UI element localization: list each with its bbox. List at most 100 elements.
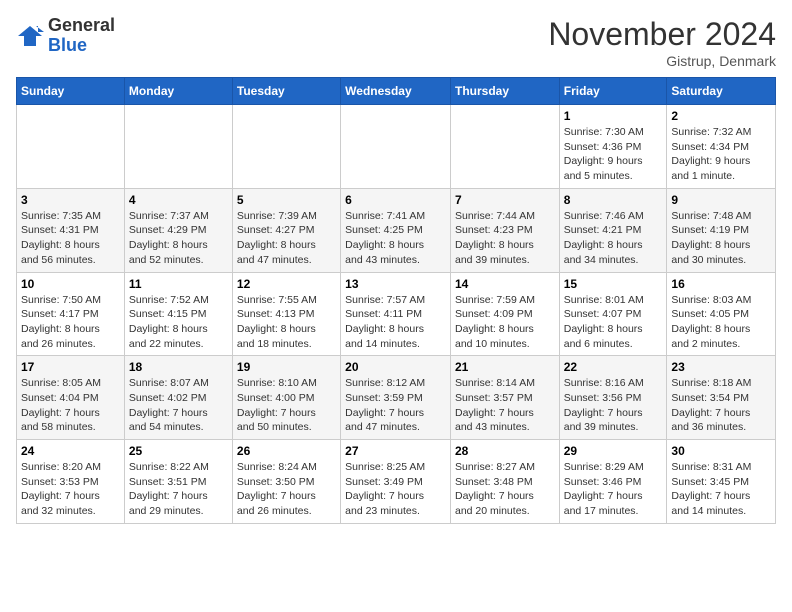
day-number: 28	[455, 444, 555, 458]
day-number: 18	[129, 360, 228, 374]
calendar-cell: 27 Sunrise: 8:25 AM Sunset: 3:49 PM Dayli…	[341, 440, 451, 524]
logo-general-text: General	[48, 15, 115, 35]
day-info: Sunrise: 7:55 AM Sunset: 4:13 PM Dayligh…	[237, 293, 336, 352]
calendar-cell: 16Sunrise: 8:03 AM Sunset: 4:05 PM Dayli…	[667, 272, 776, 356]
weekday-header-wednesday: Wednesday	[341, 78, 451, 105]
day-info: Sunrise: 7:35 AM Sunset: 4:31 PM Dayligh…	[21, 209, 120, 268]
logo-blue-text: Blue	[48, 35, 87, 55]
calendar-cell: 25 Sunrise: 8:22 AM Sunset: 3:51 PM Dayli…	[124, 440, 232, 524]
calendar-cell: 24 Sunrise: 8:20 AM Sunset: 3:53 PM Dayli…	[17, 440, 125, 524]
calendar-cell: 6 Sunrise: 7:41 AM Sunset: 4:25 PM Daylig…	[341, 188, 451, 272]
logo: General Blue	[16, 16, 115, 56]
day-info: Sunrise: 8:18 AM Sunset: 3:54 PM Dayligh…	[671, 376, 771, 435]
day-info: Sunrise: 8:05 AM Sunset: 4:04 PM Dayligh…	[21, 376, 120, 435]
calendar-body: 1 Sunrise: 7:30 AM Sunset: 4:36 PM Daylig…	[17, 105, 776, 524]
calendar-cell: 22 Sunrise: 8:16 AM Sunset: 3:56 PM Dayli…	[559, 356, 667, 440]
day-info: Sunrise: 8:25 AM Sunset: 3:49 PM Dayligh…	[345, 460, 446, 519]
day-number: 9	[671, 193, 771, 207]
day-number: 5	[237, 193, 336, 207]
logo-icon	[16, 22, 44, 50]
title-area: November 2024 Gistrup, Denmark	[548, 16, 776, 69]
day-number: 6	[345, 193, 446, 207]
day-number: 27	[345, 444, 446, 458]
day-info: Sunrise: 8:31 AM Sunset: 3:45 PM Dayligh…	[671, 460, 771, 519]
calendar-cell: 28 Sunrise: 8:27 AM Sunset: 3:48 PM Dayli…	[450, 440, 559, 524]
location: Gistrup, Denmark	[548, 53, 776, 69]
day-number: 7	[455, 193, 555, 207]
calendar-week-2: 3Sunrise: 7:35 AM Sunset: 4:31 PM Daylig…	[17, 188, 776, 272]
day-number: 26	[237, 444, 336, 458]
calendar-week-1: 1 Sunrise: 7:30 AM Sunset: 4:36 PM Daylig…	[17, 105, 776, 189]
calendar-cell: 2 Sunrise: 7:32 AM Sunset: 4:34 PM Daylig…	[667, 105, 776, 189]
day-info: Sunrise: 8:14 AM Sunset: 3:57 PM Dayligh…	[455, 376, 555, 435]
day-number: 1	[564, 109, 663, 123]
calendar-table: SundayMondayTuesdayWednesdayThursdayFrid…	[16, 77, 776, 524]
calendar-cell: 5 Sunrise: 7:39 AM Sunset: 4:27 PM Daylig…	[232, 188, 340, 272]
month-title: November 2024	[548, 16, 776, 53]
day-info: Sunrise: 8:22 AM Sunset: 3:51 PM Dayligh…	[129, 460, 228, 519]
day-number: 22	[564, 360, 663, 374]
day-info: Sunrise: 8:20 AM Sunset: 3:53 PM Dayligh…	[21, 460, 120, 519]
day-number: 25	[129, 444, 228, 458]
calendar-cell: 23 Sunrise: 8:18 AM Sunset: 3:54 PM Dayli…	[667, 356, 776, 440]
day-number: 4	[129, 193, 228, 207]
day-info: Sunrise: 8:12 AM Sunset: 3:59 PM Dayligh…	[345, 376, 446, 435]
weekday-header-thursday: Thursday	[450, 78, 559, 105]
calendar-cell: 18 Sunrise: 8:07 AM Sunset: 4:02 PM Dayli…	[124, 356, 232, 440]
weekday-header-monday: Monday	[124, 78, 232, 105]
day-info: Sunrise: 8:07 AM Sunset: 4:02 PM Dayligh…	[129, 376, 228, 435]
calendar-cell: 30 Sunrise: 8:31 AM Sunset: 3:45 PM Dayli…	[667, 440, 776, 524]
day-info: Sunrise: 7:32 AM Sunset: 4:34 PM Dayligh…	[671, 125, 771, 184]
calendar-cell: 19 Sunrise: 8:10 AM Sunset: 4:00 PM Dayli…	[232, 356, 340, 440]
calendar-cell: 1 Sunrise: 7:30 AM Sunset: 4:36 PM Daylig…	[559, 105, 667, 189]
day-number: 14	[455, 277, 555, 291]
calendar-cell	[450, 105, 559, 189]
day-info: Sunrise: 7:37 AM Sunset: 4:29 PM Dayligh…	[129, 209, 228, 268]
calendar-cell	[17, 105, 125, 189]
day-number: 13	[345, 277, 446, 291]
day-info: Sunrise: 7:39 AM Sunset: 4:27 PM Dayligh…	[237, 209, 336, 268]
day-number: 2	[671, 109, 771, 123]
day-number: 19	[237, 360, 336, 374]
day-info: Sunrise: 7:30 AM Sunset: 4:36 PM Dayligh…	[564, 125, 663, 184]
calendar-week-4: 17 Sunrise: 8:05 AM Sunset: 4:04 PM Dayli…	[17, 356, 776, 440]
day-number: 30	[671, 444, 771, 458]
calendar-cell: 13Sunrise: 7:57 AM Sunset: 4:11 PM Dayli…	[341, 272, 451, 356]
day-info: Sunrise: 7:41 AM Sunset: 4:25 PM Dayligh…	[345, 209, 446, 268]
weekday-header-sunday: Sunday	[17, 78, 125, 105]
day-info: Sunrise: 7:50 AM Sunset: 4:17 PM Dayligh…	[21, 293, 120, 352]
calendar-cell: 14 Sunrise: 7:59 AM Sunset: 4:09 PM Dayli…	[450, 272, 559, 356]
calendar-cell	[124, 105, 232, 189]
day-number: 23	[671, 360, 771, 374]
day-info: Sunrise: 8:16 AM Sunset: 3:56 PM Dayligh…	[564, 376, 663, 435]
weekday-header-row: SundayMondayTuesdayWednesdayThursdayFrid…	[17, 78, 776, 105]
calendar-cell: 12 Sunrise: 7:55 AM Sunset: 4:13 PM Dayli…	[232, 272, 340, 356]
day-info: Sunrise: 8:27 AM Sunset: 3:48 PM Dayligh…	[455, 460, 555, 519]
calendar-cell	[232, 105, 340, 189]
day-number: 10	[21, 277, 120, 291]
day-number: 24	[21, 444, 120, 458]
day-number: 20	[345, 360, 446, 374]
calendar-cell: 8Sunrise: 7:46 AM Sunset: 4:21 PM Daylig…	[559, 188, 667, 272]
day-info: Sunrise: 8:01 AM Sunset: 4:07 PM Dayligh…	[564, 293, 663, 352]
day-number: 17	[21, 360, 120, 374]
weekday-header-friday: Friday	[559, 78, 667, 105]
day-number: 12	[237, 277, 336, 291]
calendar-cell: 29 Sunrise: 8:29 AM Sunset: 3:46 PM Dayli…	[559, 440, 667, 524]
calendar-cell: 9 Sunrise: 7:48 AM Sunset: 4:19 PM Daylig…	[667, 188, 776, 272]
day-number: 11	[129, 277, 228, 291]
day-info: Sunrise: 8:29 AM Sunset: 3:46 PM Dayligh…	[564, 460, 663, 519]
day-info: Sunrise: 7:48 AM Sunset: 4:19 PM Dayligh…	[671, 209, 771, 268]
day-info: Sunrise: 7:59 AM Sunset: 4:09 PM Dayligh…	[455, 293, 555, 352]
calendar-cell: 10 Sunrise: 7:50 AM Sunset: 4:17 PM Dayli…	[17, 272, 125, 356]
day-info: Sunrise: 8:10 AM Sunset: 4:00 PM Dayligh…	[237, 376, 336, 435]
calendar-cell: 17 Sunrise: 8:05 AM Sunset: 4:04 PM Dayli…	[17, 356, 125, 440]
day-info: Sunrise: 7:44 AM Sunset: 4:23 PM Dayligh…	[455, 209, 555, 268]
calendar-cell: 3Sunrise: 7:35 AM Sunset: 4:31 PM Daylig…	[17, 188, 125, 272]
day-info: Sunrise: 8:24 AM Sunset: 3:50 PM Dayligh…	[237, 460, 336, 519]
weekday-header-saturday: Saturday	[667, 78, 776, 105]
calendar-week-3: 10 Sunrise: 7:50 AM Sunset: 4:17 PM Dayli…	[17, 272, 776, 356]
calendar-cell: 4 Sunrise: 7:37 AM Sunset: 4:29 PM Daylig…	[124, 188, 232, 272]
calendar-cell: 15Sunrise: 8:01 AM Sunset: 4:07 PM Dayli…	[559, 272, 667, 356]
day-number: 29	[564, 444, 663, 458]
